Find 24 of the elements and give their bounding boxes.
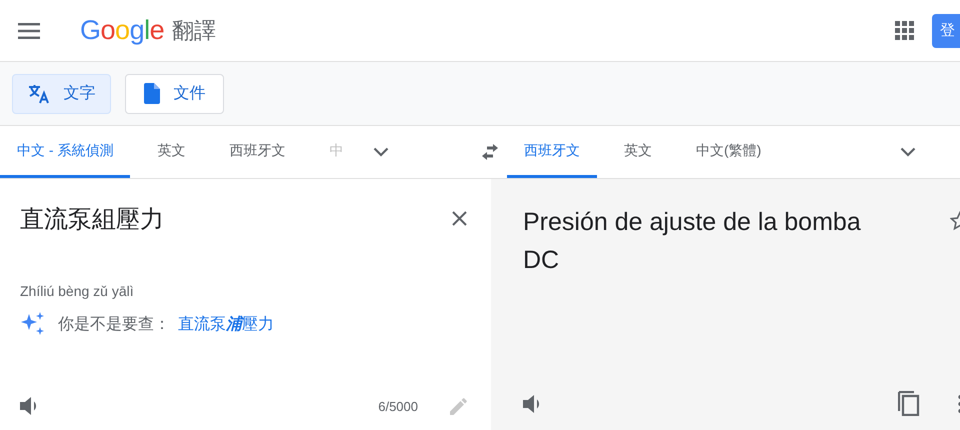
sparkle-icon bbox=[20, 311, 46, 337]
translate-icon bbox=[28, 84, 50, 104]
apps-icon[interactable] bbox=[895, 21, 914, 40]
mode-button[interactable]: 文字 bbox=[12, 74, 111, 114]
chevron-down-icon[interactable] bbox=[373, 147, 390, 157]
menu-icon[interactable] bbox=[18, 22, 40, 38]
translation-text: Presión de ajuste de la bomba DC bbox=[523, 207, 862, 276]
product-name: 翻譯 bbox=[172, 16, 216, 44]
pinyin-text: Zhíliú bèng zǔ yālì bbox=[20, 283, 135, 299]
language-tab[interactable]: 英文 bbox=[607, 126, 669, 178]
login-button[interactable]: 登 bbox=[932, 14, 960, 48]
language-tab[interactable]: 英文 bbox=[140, 126, 202, 178]
copy-icon[interactable] bbox=[898, 391, 920, 416]
character-count: 6/5000 bbox=[378, 398, 418, 414]
document-icon bbox=[144, 83, 160, 104]
suggestion-label: 你是不是要查： bbox=[58, 314, 170, 334]
chevron-down-icon[interactable] bbox=[900, 147, 916, 157]
source-text[interactable]: 直流泵組壓力 bbox=[20, 203, 164, 237]
close-icon[interactable] bbox=[452, 211, 467, 226]
language-tab[interactable]: 中文(繁體) bbox=[679, 126, 778, 178]
language-tab[interactable]: 西班牙文 bbox=[212, 126, 302, 178]
mode-button[interactable]: 文件 bbox=[125, 74, 224, 114]
suggestion-link[interactable]: 直流泵浦壓力 bbox=[178, 314, 274, 334]
logo[interactable]: Google bbox=[80, 15, 164, 46]
